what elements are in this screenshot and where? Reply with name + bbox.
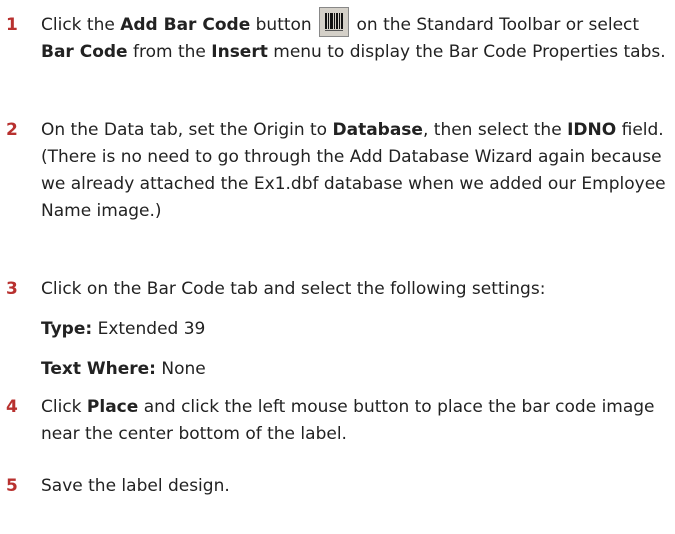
setting-type: Type: Extended 39 [41, 316, 205, 343]
step-text: Click Place and click the left mouse but… [41, 397, 655, 444]
step-text: Click the Add Bar Code button on the Sta… [41, 7, 675, 66]
step-number: 4 [6, 397, 18, 417]
setting-label: Text Where: [41, 359, 156, 379]
step-text: On the Data tab, set the Origin to Datab… [41, 120, 666, 221]
setting-label: Type: [41, 319, 93, 339]
instructions-page: 1 Click the Add Bar Code button on the S… [0, 0, 675, 534]
add-bar-code-button[interactable] [319, 7, 350, 37]
setting-value: None [155, 359, 206, 379]
place-term: Place [86, 397, 139, 417]
step-text: Save the label design. [41, 476, 230, 496]
step-number: 1 [6, 15, 18, 35]
step-number: 2 [6, 120, 18, 140]
idno-term: IDNO [567, 120, 617, 140]
barcode-icon [323, 11, 346, 33]
bar-code-menu-term: Bar Code [41, 42, 128, 62]
database-term: Database [332, 120, 423, 140]
step-number: 5 [6, 476, 18, 496]
step-text: Click on the Bar Code tab and select the… [41, 279, 546, 299]
add-bar-code-term: Add Bar Code [120, 15, 251, 35]
insert-menu-term: Insert [211, 42, 268, 62]
setting-value: Extended 39 [92, 319, 206, 339]
step-number: 3 [6, 279, 18, 299]
setting-text-where: Text Where: None [41, 356, 206, 383]
